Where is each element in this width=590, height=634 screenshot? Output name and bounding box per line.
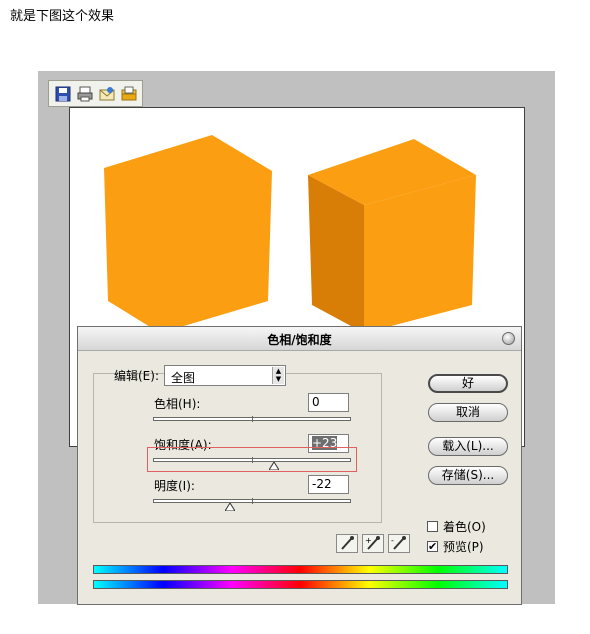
colorize-label: 着色(O)	[443, 520, 486, 534]
preview-checkbox[interactable]: ✔	[427, 541, 438, 552]
caption-text: 就是下图这个效果	[10, 9, 115, 24]
dialog-title: 色相/饱和度	[267, 333, 332, 347]
svg-text:-: -	[391, 536, 394, 545]
lightness-slider[interactable]	[153, 498, 351, 504]
checkmark-icon: ✔	[428, 540, 438, 553]
lightness-label: 明度(I):	[154, 479, 195, 493]
ok-button[interactable]: 好	[428, 374, 508, 393]
save-icon[interactable]	[54, 85, 72, 103]
save-settings-button[interactable]: 存储(S)...	[428, 466, 508, 485]
orange-cube-front	[104, 135, 272, 333]
close-icon[interactable]	[502, 332, 515, 345]
colorize-checkbox[interactable]	[427, 521, 438, 532]
lightness-input[interactable]: -22	[308, 475, 349, 494]
hue-label: 色相(H):	[154, 397, 201, 411]
preview-label: 预览(P)	[443, 540, 484, 554]
eyedropper-plus-icon[interactable]: +	[362, 534, 384, 553]
lightness-slider-center-tick	[252, 498, 253, 504]
email-icon[interactable]	[98, 85, 116, 103]
orange-cube-3d	[308, 139, 476, 333]
chevron-updown-icon: ▲ ▼	[272, 367, 284, 384]
svg-text:+: +	[365, 536, 372, 545]
hue-saturation-dialog: 色相/饱和度 编辑(E): 全图 ▲ ▼ 色相(H): 0 饱和度(A): +23…	[77, 326, 522, 605]
hue-input[interactable]: 0	[308, 393, 349, 412]
edit-label: 编辑(E):	[114, 369, 159, 383]
dialog-titlebar[interactable]: 色相/饱和度	[78, 327, 521, 351]
lightness-slider-thumb[interactable]	[225, 503, 235, 511]
load-button[interactable]: 载入(L)...	[428, 437, 508, 456]
cancel-button[interactable]: 取消	[428, 403, 508, 422]
eyedropper-icon[interactable]	[336, 534, 358, 553]
hue-slider-center-tick	[252, 416, 253, 422]
hue-slider[interactable]	[153, 416, 351, 422]
edit-select-value: 全图	[171, 371, 196, 385]
saturation-highlight-box	[147, 447, 357, 472]
source-color-spectrum	[93, 565, 508, 574]
toolbar	[48, 80, 143, 107]
print-icon[interactable]	[76, 85, 94, 103]
eyedropper-minus-icon[interactable]: -	[388, 534, 410, 553]
result-color-spectrum	[93, 580, 508, 589]
open-folder-icon[interactable]	[120, 85, 138, 103]
edit-select[interactable]: 全图 ▲ ▼	[164, 365, 286, 386]
